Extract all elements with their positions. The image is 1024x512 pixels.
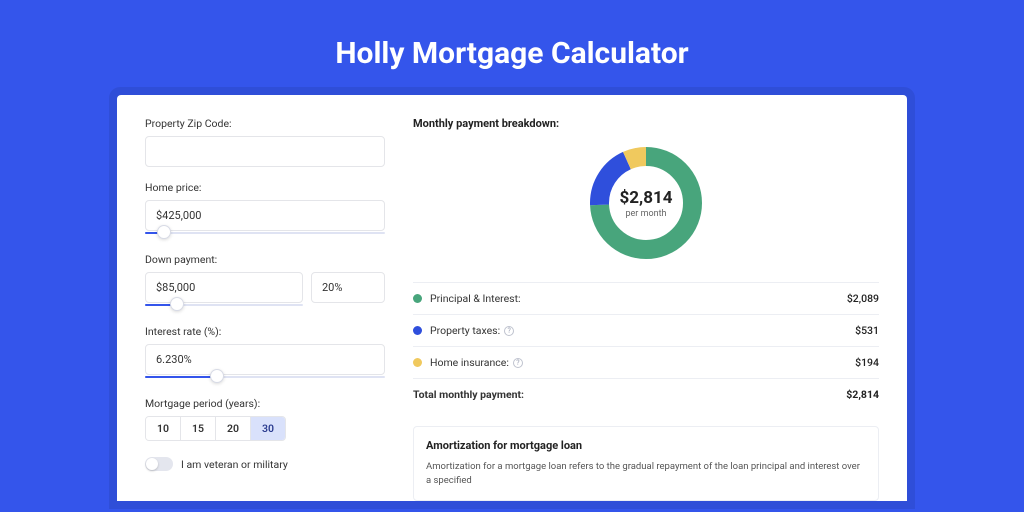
down-payment-field: Down payment: (145, 253, 385, 311)
breakdown-label: Home insurance: (430, 356, 509, 369)
legend-dot (413, 358, 422, 367)
breakdown-total-row: Total monthly payment: $2,814 (413, 379, 879, 410)
breakdown-label: Property taxes: (430, 324, 500, 337)
legend-dot (413, 294, 422, 303)
total-value: $2,814 (846, 388, 879, 401)
period-field: Mortgage period (years): 10152030 (145, 397, 385, 441)
down-payment-input[interactable] (145, 272, 303, 303)
home-price-input[interactable] (145, 200, 385, 231)
period-option-15[interactable]: 15 (181, 417, 216, 440)
zip-label: Property Zip Code: (145, 117, 385, 130)
info-icon[interactable]: ? (513, 358, 523, 368)
breakdown-title: Monthly payment breakdown: (413, 117, 879, 130)
breakdown-row: Home insurance:? $194 (413, 347, 879, 379)
interest-field: Interest rate (%): (145, 325, 385, 383)
down-payment-pct-input[interactable] (311, 272, 385, 303)
veteran-row: I am veteran or military (145, 457, 385, 471)
down-payment-label: Down payment: (145, 253, 385, 266)
donut-sub: per month (625, 209, 666, 219)
input-panel: Property Zip Code: Home price: Down paym… (145, 117, 385, 501)
home-price-label: Home price: (145, 181, 385, 194)
amortization-body: Amortization for a mortgage loan refers … (426, 460, 866, 488)
breakdown-row: Principal & Interest: $2,089 (413, 283, 879, 315)
results-panel: Monthly payment breakdown: $2,814 per mo… (413, 117, 879, 501)
donut-total: $2,814 (620, 188, 673, 208)
period-segmented: 10152030 (145, 416, 286, 441)
page-title: Holly Mortgage Calculator (0, 0, 1024, 95)
home-price-slider[interactable] (145, 229, 385, 239)
amortization-title: Amortization for mortgage loan (426, 439, 866, 452)
amortization-card: Amortization for mortgage loan Amortizat… (413, 426, 879, 501)
period-option-10[interactable]: 10 (146, 417, 181, 440)
down-payment-slider[interactable] (145, 301, 303, 311)
toggle-knob (146, 458, 158, 470)
zip-input[interactable] (145, 136, 385, 167)
breakdown-value: $531 (855, 324, 879, 337)
interest-label: Interest rate (%): (145, 325, 385, 338)
home-price-field: Home price: (145, 181, 385, 239)
period-option-20[interactable]: 20 (216, 417, 251, 440)
breakdown-row: Property taxes:? $531 (413, 315, 879, 347)
period-option-30[interactable]: 30 (251, 417, 285, 440)
breakdown-value: $2,089 (847, 292, 879, 305)
total-label: Total monthly payment: (413, 388, 524, 401)
veteran-label: I am veteran or military (181, 458, 288, 471)
donut-chart: $2,814 per month (413, 142, 879, 264)
breakdown-value: $194 (855, 356, 879, 369)
info-icon[interactable]: ? (504, 326, 514, 336)
zip-field: Property Zip Code: (145, 117, 385, 167)
interest-slider[interactable] (145, 373, 385, 383)
breakdown-list: Principal & Interest: $2,089 Property taxe… (413, 282, 879, 410)
veteran-toggle[interactable] (145, 457, 173, 471)
breakdown-label: Principal & Interest: (430, 292, 521, 305)
period-label: Mortgage period (years): (145, 397, 385, 410)
legend-dot (413, 326, 422, 335)
calculator-card: Property Zip Code: Home price: Down paym… (117, 95, 907, 501)
interest-input[interactable] (145, 344, 385, 375)
